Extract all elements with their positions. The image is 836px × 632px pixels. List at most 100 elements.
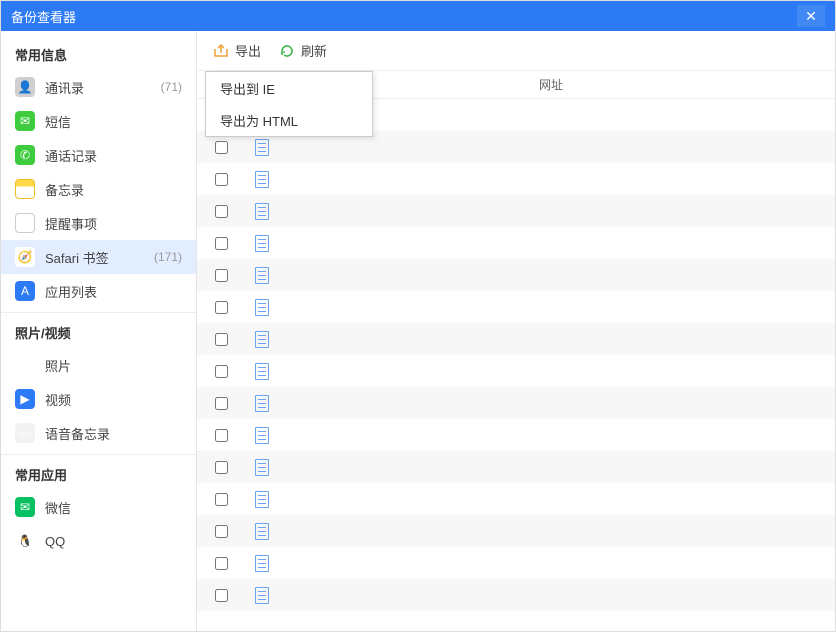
sidebar-item-videos[interactable]: ▶视频 — [1, 382, 196, 416]
table-row[interactable] — [197, 355, 835, 387]
row-checkbox-cell — [197, 269, 245, 282]
window: 备份查看器 ✕ 常用信息👤通讯录(71)✉短信✆通话记录备忘录☰提醒事项🧭Saf… — [0, 0, 836, 632]
row-checkbox[interactable] — [215, 269, 228, 282]
table-row[interactable] — [197, 547, 835, 579]
row-checkbox[interactable] — [215, 589, 228, 602]
sidebar-item-label: Safari 书签 — [45, 248, 150, 267]
table-row[interactable] — [197, 387, 835, 419]
row-checkbox[interactable] — [215, 397, 228, 410]
table-row[interactable] — [197, 483, 835, 515]
row-checkbox-cell — [197, 589, 245, 602]
contacts-icon: 👤 — [15, 77, 35, 97]
photos-icon: ✿ — [15, 355, 35, 375]
sidebar-item-wechat[interactable]: ✉微信 — [1, 490, 196, 524]
bookmark-list[interactable] — [197, 99, 835, 631]
row-checkbox[interactable] — [215, 429, 228, 442]
close-button[interactable]: ✕ — [797, 5, 825, 27]
sidebar-item-notes[interactable]: 备忘录 — [1, 172, 196, 206]
sidebar-item-apps[interactable]: A 应用列表 — [1, 274, 196, 308]
document-icon — [255, 235, 269, 252]
sidebar-item-label: 通讯录 — [45, 78, 157, 97]
row-checkbox[interactable] — [215, 173, 228, 186]
document-icon — [255, 171, 269, 188]
voice-icon: 〰 — [15, 423, 35, 443]
table-row[interactable] — [197, 579, 835, 611]
row-checkbox[interactable] — [215, 365, 228, 378]
notes-icon — [15, 179, 35, 199]
row-checkbox[interactable] — [215, 141, 228, 154]
sidebar-item-label: 照片 — [45, 356, 182, 375]
refresh-button[interactable]: 刷新 — [279, 41, 327, 60]
row-checkbox[interactable] — [215, 301, 228, 314]
table-row[interactable] — [197, 451, 835, 483]
table-row[interactable] — [197, 259, 835, 291]
sidebar-item-label: QQ — [45, 534, 182, 549]
row-checkbox-cell — [197, 525, 245, 538]
reminders-icon: ☰ — [15, 213, 35, 233]
export-html-item[interactable]: 导出为 HTML — [206, 104, 372, 136]
section-header: 常用应用 — [1, 454, 196, 490]
table-row[interactable] — [197, 323, 835, 355]
table-row[interactable] — [197, 195, 835, 227]
export-html-label: 导出为 HTML — [220, 111, 298, 130]
document-icon — [255, 395, 269, 412]
column-url: 网址 — [535, 76, 835, 93]
table-row[interactable] — [197, 163, 835, 195]
table-row[interactable] — [197, 515, 835, 547]
row-checkbox-cell — [197, 141, 245, 154]
row-checkbox-cell — [197, 429, 245, 442]
document-icon — [255, 523, 269, 540]
body: 常用信息👤通讯录(71)✉短信✆通话记录备忘录☰提醒事项🧭Safari 书签(1… — [1, 31, 835, 631]
toolbar: 导出 刷新 — [197, 31, 835, 71]
sidebar-item-label: 备忘录 — [45, 180, 182, 199]
export-button[interactable]: 导出 — [213, 41, 261, 60]
row-checkbox[interactable] — [215, 333, 228, 346]
sidebar-item-sms[interactable]: ✉ 短信 — [1, 104, 196, 138]
export-ie-label: 导出到 IE — [220, 79, 275, 98]
table-row[interactable] — [197, 419, 835, 451]
qq-icon: 🐧 — [15, 531, 35, 551]
refresh-icon — [279, 43, 295, 59]
sidebar-item-safari[interactable]: 🧭Safari 书签(171) — [1, 240, 196, 274]
titlebar: 备份查看器 ✕ — [1, 1, 835, 31]
document-icon — [255, 299, 269, 316]
sidebar-item-qq[interactable]: 🐧 QQ — [1, 524, 196, 558]
export-dropdown: 导出到 IE 导出为 HTML — [205, 71, 373, 137]
row-checkbox-cell — [197, 493, 245, 506]
main-panel: 导出 刷新 导出到 IE 导出为 HTML — [197, 31, 835, 631]
sidebar-item-label: 视频 — [45, 390, 182, 409]
export-ie-item[interactable]: 导出到 IE — [206, 72, 372, 104]
sidebar-item-voice[interactable]: 〰语音备忘录 — [1, 416, 196, 450]
sidebar-item-label: 语音备忘录 — [45, 424, 182, 443]
document-icon — [255, 267, 269, 284]
safari-icon: 🧭 — [15, 247, 35, 267]
sidebar-item-calls[interactable]: ✆通话记录 — [1, 138, 196, 172]
section-header: 常用信息 — [1, 35, 196, 70]
row-checkbox[interactable] — [215, 525, 228, 538]
sidebar-item-reminders[interactable]: ☰ 提醒事项 — [1, 206, 196, 240]
refresh-label: 刷新 — [301, 41, 327, 60]
document-icon — [255, 459, 269, 476]
sidebar-item-contacts[interactable]: 👤通讯录(71) — [1, 70, 196, 104]
export-icon — [213, 43, 229, 59]
sms-icon: ✉ — [15, 111, 35, 131]
row-checkbox-cell — [197, 365, 245, 378]
row-checkbox[interactable] — [215, 557, 228, 570]
row-checkbox[interactable] — [215, 205, 228, 218]
row-checkbox[interactable] — [215, 493, 228, 506]
calls-icon: ✆ — [15, 145, 35, 165]
row-checkbox-cell — [197, 237, 245, 250]
sidebar-item-label: 短信 — [45, 112, 182, 131]
apps-icon: A — [15, 281, 35, 301]
row-checkbox[interactable] — [215, 461, 228, 474]
row-checkbox-cell — [197, 301, 245, 314]
sidebar-item-photos[interactable]: ✿ 照片 — [1, 348, 196, 382]
sidebar-item-label: 应用列表 — [45, 282, 182, 301]
row-checkbox[interactable] — [215, 237, 228, 250]
section-header: 照片/视频 — [1, 312, 196, 348]
row-checkbox-cell — [197, 397, 245, 410]
row-checkbox-cell — [197, 173, 245, 186]
table-row[interactable] — [197, 227, 835, 259]
table-row[interactable] — [197, 291, 835, 323]
sidebar-item-label: 提醒事项 — [45, 214, 182, 233]
